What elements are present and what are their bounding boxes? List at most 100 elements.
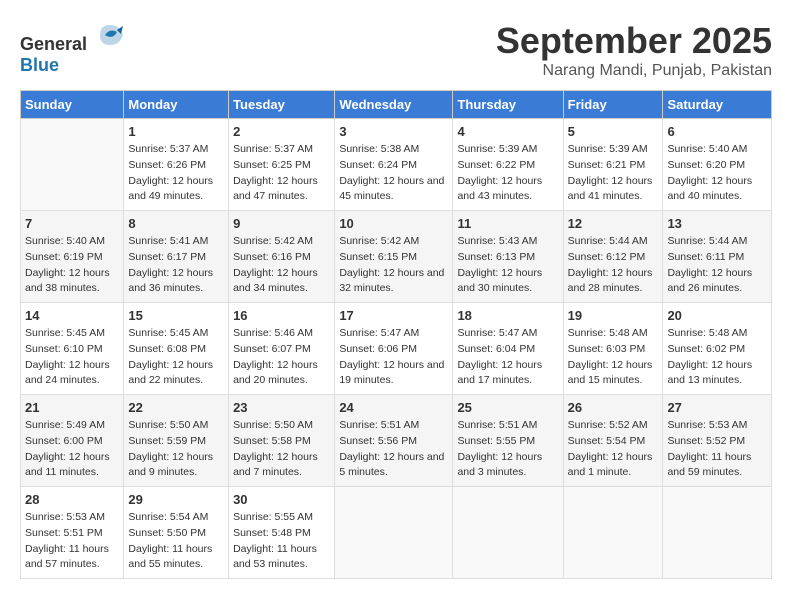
day-number: 14	[25, 308, 119, 323]
day-number: 26	[568, 400, 659, 415]
day-info: Sunrise: 5:44 AM Sunset: 6:12 PM Dayligh…	[568, 234, 659, 297]
calendar-cell: 5 Sunrise: 5:39 AM Sunset: 6:21 PM Dayli…	[563, 119, 663, 211]
day-number: 13	[667, 216, 767, 231]
calendar-week-row: 21 Sunrise: 5:49 AM Sunset: 6:00 PM Dayl…	[21, 395, 772, 487]
day-info: Sunrise: 5:45 AM Sunset: 6:08 PM Dayligh…	[128, 326, 224, 389]
calendar-cell: 14 Sunrise: 5:45 AM Sunset: 6:10 PM Dayl…	[21, 303, 124, 395]
logo-text: General Blue	[20, 20, 125, 76]
calendar-cell: 8 Sunrise: 5:41 AM Sunset: 6:17 PM Dayli…	[124, 211, 229, 303]
day-number: 2	[233, 124, 330, 139]
day-number: 27	[667, 400, 767, 415]
day-number: 1	[128, 124, 224, 139]
day-number: 23	[233, 400, 330, 415]
location-title: Narang Mandi, Punjab, Pakistan	[496, 62, 772, 80]
calendar-table: SundayMondayTuesdayWednesdayThursdayFrid…	[20, 90, 772, 579]
day-number: 30	[233, 492, 330, 507]
weekday-header: Wednesday	[335, 91, 453, 119]
day-info: Sunrise: 5:50 AM Sunset: 5:59 PM Dayligh…	[128, 418, 224, 481]
calendar-cell: 16 Sunrise: 5:46 AM Sunset: 6:07 PM Dayl…	[229, 303, 335, 395]
calendar-cell	[21, 119, 124, 211]
day-info: Sunrise: 5:38 AM Sunset: 6:24 PM Dayligh…	[339, 142, 448, 205]
calendar-week-row: 14 Sunrise: 5:45 AM Sunset: 6:10 PM Dayl…	[21, 303, 772, 395]
day-number: 29	[128, 492, 224, 507]
day-number: 11	[457, 216, 558, 231]
calendar-cell: 9 Sunrise: 5:42 AM Sunset: 6:16 PM Dayli…	[229, 211, 335, 303]
day-info: Sunrise: 5:48 AM Sunset: 6:03 PM Dayligh…	[568, 326, 659, 389]
day-info: Sunrise: 5:45 AM Sunset: 6:10 PM Dayligh…	[25, 326, 119, 389]
calendar-cell	[563, 487, 663, 579]
day-info: Sunrise: 5:54 AM Sunset: 5:50 PM Dayligh…	[128, 510, 224, 573]
day-number: 4	[457, 124, 558, 139]
day-info: Sunrise: 5:55 AM Sunset: 5:48 PM Dayligh…	[233, 510, 330, 573]
calendar-cell: 24 Sunrise: 5:51 AM Sunset: 5:56 PM Dayl…	[335, 395, 453, 487]
calendar-cell: 18 Sunrise: 5:47 AM Sunset: 6:04 PM Dayl…	[453, 303, 563, 395]
day-number: 16	[233, 308, 330, 323]
day-info: Sunrise: 5:42 AM Sunset: 6:15 PM Dayligh…	[339, 234, 448, 297]
day-info: Sunrise: 5:37 AM Sunset: 6:25 PM Dayligh…	[233, 142, 330, 205]
day-info: Sunrise: 5:37 AM Sunset: 6:26 PM Dayligh…	[128, 142, 224, 205]
calendar-cell: 21 Sunrise: 5:49 AM Sunset: 6:00 PM Dayl…	[21, 395, 124, 487]
day-number: 5	[568, 124, 659, 139]
day-info: Sunrise: 5:50 AM Sunset: 5:58 PM Dayligh…	[233, 418, 330, 481]
day-number: 17	[339, 308, 448, 323]
calendar-cell: 25 Sunrise: 5:51 AM Sunset: 5:55 PM Dayl…	[453, 395, 563, 487]
day-number: 6	[667, 124, 767, 139]
logo-icon	[95, 20, 125, 50]
day-info: Sunrise: 5:53 AM Sunset: 5:51 PM Dayligh…	[25, 510, 119, 573]
day-number: 3	[339, 124, 448, 139]
calendar-cell: 13 Sunrise: 5:44 AM Sunset: 6:11 PM Dayl…	[663, 211, 772, 303]
calendar-cell: 29 Sunrise: 5:54 AM Sunset: 5:50 PM Dayl…	[124, 487, 229, 579]
calendar-cell: 10 Sunrise: 5:42 AM Sunset: 6:15 PM Dayl…	[335, 211, 453, 303]
day-number: 8	[128, 216, 224, 231]
calendar-cell	[663, 487, 772, 579]
day-number: 18	[457, 308, 558, 323]
day-info: Sunrise: 5:41 AM Sunset: 6:17 PM Dayligh…	[128, 234, 224, 297]
calendar-cell	[453, 487, 563, 579]
day-info: Sunrise: 5:40 AM Sunset: 6:19 PM Dayligh…	[25, 234, 119, 297]
day-number: 22	[128, 400, 224, 415]
day-info: Sunrise: 5:44 AM Sunset: 6:11 PM Dayligh…	[667, 234, 767, 297]
day-info: Sunrise: 5:39 AM Sunset: 6:22 PM Dayligh…	[457, 142, 558, 205]
day-number: 21	[25, 400, 119, 415]
header-row: SundayMondayTuesdayWednesdayThursdayFrid…	[21, 91, 772, 119]
day-info: Sunrise: 5:43 AM Sunset: 6:13 PM Dayligh…	[457, 234, 558, 297]
day-number: 7	[25, 216, 119, 231]
day-number: 12	[568, 216, 659, 231]
calendar-cell: 22 Sunrise: 5:50 AM Sunset: 5:59 PM Dayl…	[124, 395, 229, 487]
day-info: Sunrise: 5:53 AM Sunset: 5:52 PM Dayligh…	[667, 418, 767, 481]
title-block: September 2025 Narang Mandi, Punjab, Pak…	[496, 20, 772, 80]
day-number: 15	[128, 308, 224, 323]
day-info: Sunrise: 5:47 AM Sunset: 6:04 PM Dayligh…	[457, 326, 558, 389]
day-number: 10	[339, 216, 448, 231]
day-info: Sunrise: 5:49 AM Sunset: 6:00 PM Dayligh…	[25, 418, 119, 481]
logo-blue: Blue	[20, 55, 59, 75]
calendar-cell: 26 Sunrise: 5:52 AM Sunset: 5:54 PM Dayl…	[563, 395, 663, 487]
calendar-cell: 15 Sunrise: 5:45 AM Sunset: 6:08 PM Dayl…	[124, 303, 229, 395]
day-info: Sunrise: 5:52 AM Sunset: 5:54 PM Dayligh…	[568, 418, 659, 481]
calendar-cell: 23 Sunrise: 5:50 AM Sunset: 5:58 PM Dayl…	[229, 395, 335, 487]
calendar-cell: 3 Sunrise: 5:38 AM Sunset: 6:24 PM Dayli…	[335, 119, 453, 211]
month-title: September 2025	[496, 20, 772, 62]
weekday-header: Friday	[563, 91, 663, 119]
weekday-header: Saturday	[663, 91, 772, 119]
calendar-cell: 27 Sunrise: 5:53 AM Sunset: 5:52 PM Dayl…	[663, 395, 772, 487]
day-info: Sunrise: 5:51 AM Sunset: 5:56 PM Dayligh…	[339, 418, 448, 481]
calendar-cell: 30 Sunrise: 5:55 AM Sunset: 5:48 PM Dayl…	[229, 487, 335, 579]
day-number: 24	[339, 400, 448, 415]
calendar-cell	[335, 487, 453, 579]
weekday-header: Tuesday	[229, 91, 335, 119]
calendar-week-row: 7 Sunrise: 5:40 AM Sunset: 6:19 PM Dayli…	[21, 211, 772, 303]
day-info: Sunrise: 5:51 AM Sunset: 5:55 PM Dayligh…	[457, 418, 558, 481]
weekday-header: Thursday	[453, 91, 563, 119]
calendar-week-row: 1 Sunrise: 5:37 AM Sunset: 6:26 PM Dayli…	[21, 119, 772, 211]
day-info: Sunrise: 5:40 AM Sunset: 6:20 PM Dayligh…	[667, 142, 767, 205]
calendar-cell: 6 Sunrise: 5:40 AM Sunset: 6:20 PM Dayli…	[663, 119, 772, 211]
calendar-cell: 1 Sunrise: 5:37 AM Sunset: 6:26 PM Dayli…	[124, 119, 229, 211]
logo-general: General	[20, 34, 87, 54]
day-info: Sunrise: 5:47 AM Sunset: 6:06 PM Dayligh…	[339, 326, 448, 389]
day-number: 9	[233, 216, 330, 231]
day-number: 25	[457, 400, 558, 415]
calendar-cell: 11 Sunrise: 5:43 AM Sunset: 6:13 PM Dayl…	[453, 211, 563, 303]
weekday-header: Monday	[124, 91, 229, 119]
page-header: General Blue September 2025 Narang Mandi…	[20, 20, 772, 80]
